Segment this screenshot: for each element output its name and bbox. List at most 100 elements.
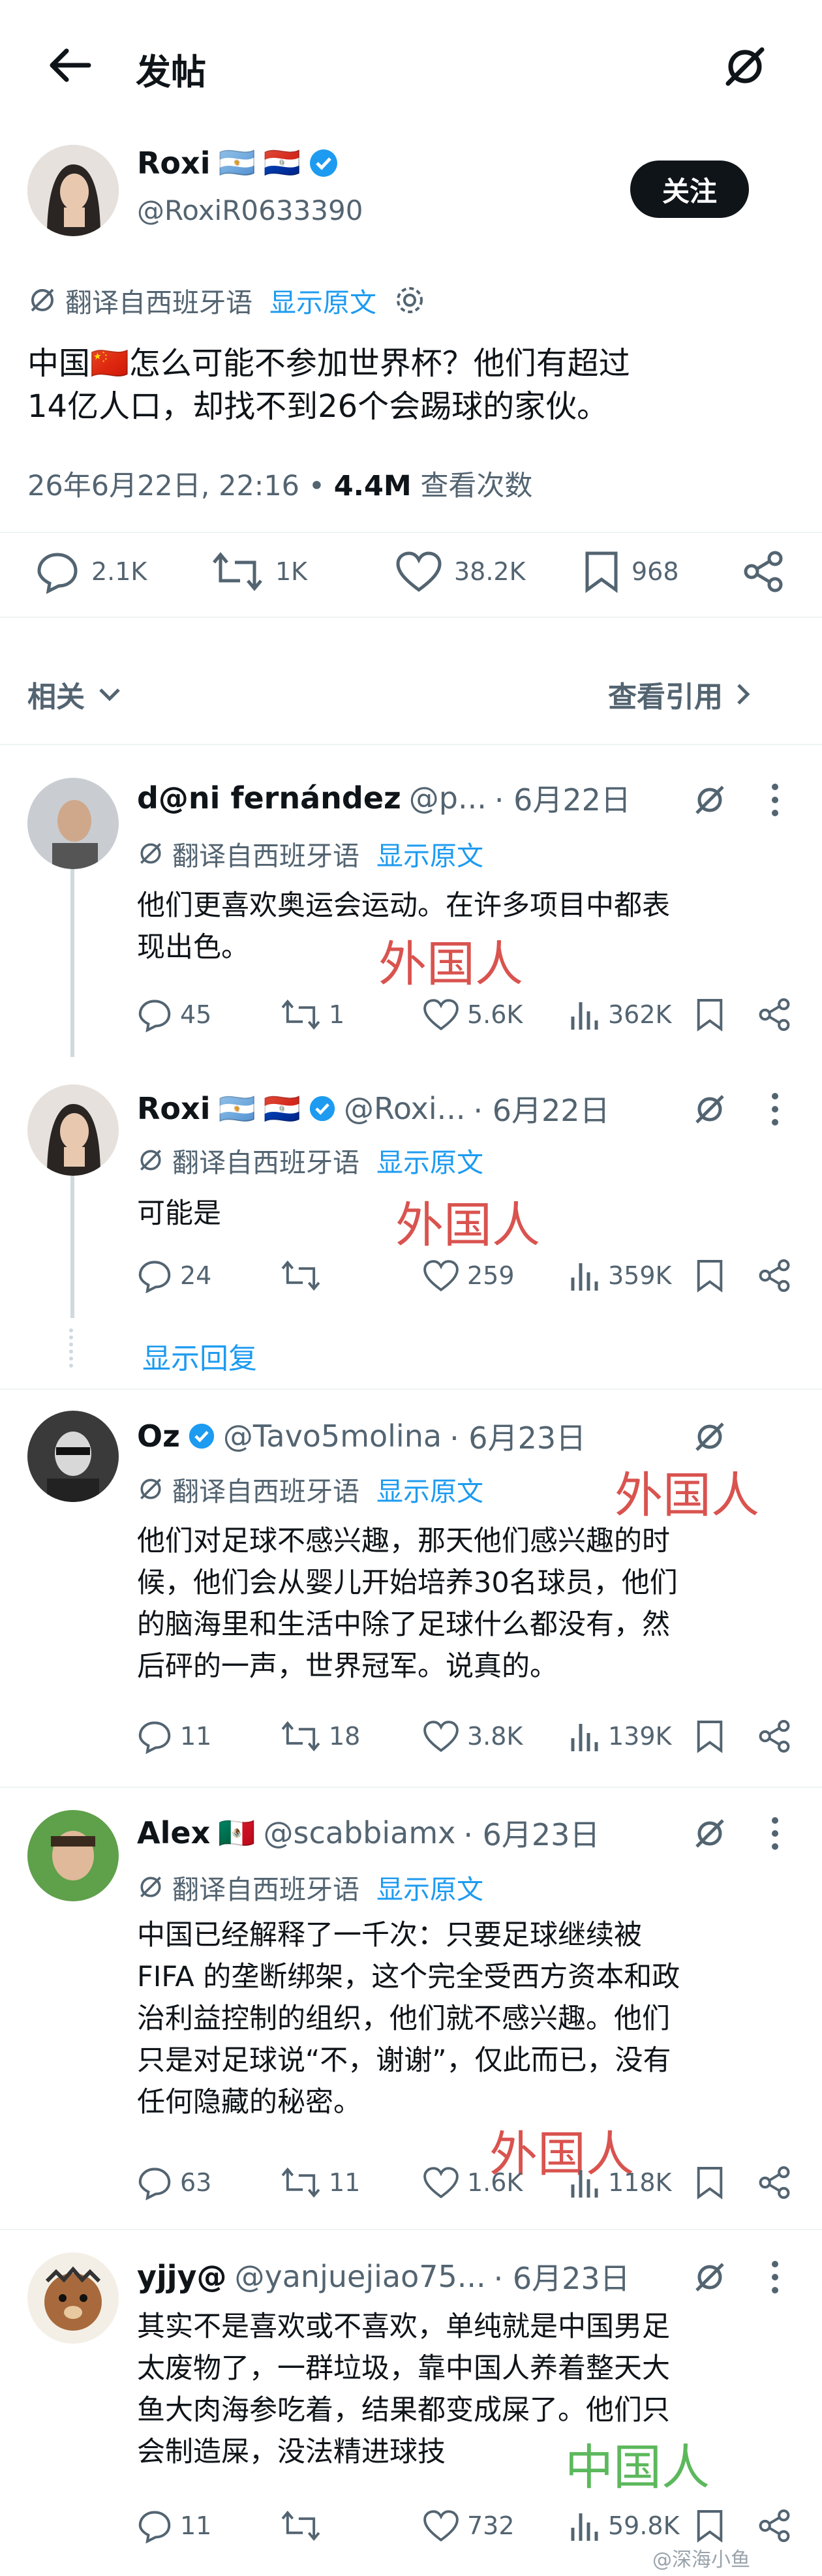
watermark: @深海小鱼 — [652, 2549, 750, 2571]
share-icon[interactable] — [741, 549, 785, 594]
like-action[interactable]: 1.6K — [423, 2165, 523, 2200]
reply-action[interactable]: 11 — [137, 2508, 211, 2543]
reply-author-name[interactable]: Roxi — [137, 1091, 210, 1126]
repost-count: 11 — [329, 2168, 361, 2197]
avatar[interactable] — [27, 1810, 119, 1901]
reply-date[interactable]: · 6月22日 — [495, 776, 631, 820]
bookmark-icon[interactable] — [695, 2165, 724, 2200]
bookmark-icon[interactable] — [695, 1719, 724, 1754]
view-quotes-label: 查看引用 — [608, 681, 723, 714]
gear-icon[interactable] — [393, 284, 426, 316]
views-icon — [568, 997, 600, 1032]
avatar[interactable] — [27, 1084, 119, 1176]
back-arrow-icon[interactable] — [46, 46, 93, 85]
reply-handle[interactable]: @scabbiamx — [264, 1815, 456, 1850]
repost-action[interactable] — [281, 2508, 329, 2543]
thread-dots — [69, 1328, 76, 1368]
like-action[interactable]: 38.2K — [395, 549, 526, 594]
more-options-icon[interactable] — [769, 1091, 782, 1127]
views-action[interactable]: 139K — [568, 1719, 671, 1754]
reply-action[interactable]: 11 — [137, 1719, 211, 1754]
show-original-link[interactable]: 显示原文 — [376, 1867, 483, 1907]
grok-icon[interactable] — [692, 2259, 728, 2295]
reply-handle[interactable]: @Tavo5molina — [223, 1418, 442, 1454]
avatar[interactable] — [27, 1411, 119, 1502]
reply-author-name[interactable]: yjjy@ — [137, 2259, 227, 2294]
grok-icon[interactable] — [722, 43, 769, 90]
reply-count: 11 — [180, 1722, 212, 1751]
views-action[interactable]: 359K — [568, 1258, 671, 1293]
share-icon[interactable] — [757, 997, 792, 1032]
show-replies-link[interactable]: 显示回复 — [142, 1335, 257, 1377]
reply-date[interactable]: · 6月23日 — [494, 2255, 630, 2298]
reply-icon — [137, 1719, 172, 1754]
repost-action[interactable]: 18 — [281, 1719, 360, 1754]
avatar[interactable] — [27, 778, 119, 869]
reply-action[interactable]: 63 — [137, 2165, 211, 2200]
reply-handle[interactable]: @p... — [409, 780, 487, 816]
repost-action[interactable] — [281, 1258, 329, 1293]
reply-text-line: 任何隐藏的秘密。 — [137, 2086, 361, 2119]
repost-count: 1 — [329, 1000, 345, 1029]
grok-icon[interactable] — [692, 1815, 728, 1852]
reply-author-name[interactable]: d@ni fernández — [137, 780, 401, 816]
show-original-link[interactable]: 显示原文 — [376, 1141, 483, 1180]
views-count: 139K — [608, 1722, 672, 1751]
reply-handle[interactable]: @Roxi... — [344, 1091, 466, 1126]
reply-author-name[interactable]: Oz — [137, 1418, 180, 1454]
reply-action[interactable]: 2.1K — [35, 549, 147, 594]
like-count: 5.6K — [467, 1000, 523, 1029]
more-options-icon[interactable] — [769, 2259, 782, 2295]
bookmark-icon[interactable] — [695, 997, 724, 1032]
share-icon[interactable] — [757, 1258, 792, 1293]
reply-action[interactable]: 45 — [137, 997, 211, 1032]
repost-action[interactable]: 11 — [281, 2165, 360, 2200]
grok-icon[interactable] — [692, 1091, 728, 1127]
translate-icon — [137, 840, 164, 867]
follow-button[interactable]: 关注 — [630, 161, 749, 218]
views-action[interactable]: 59.8K — [568, 2508, 680, 2543]
annotation-label: 中国人 — [565, 2440, 710, 2496]
bookmark-icon[interactable] — [695, 1258, 724, 1293]
reply-icon — [137, 2165, 172, 2200]
reply-date[interactable]: · 6月23日 — [463, 1811, 600, 1854]
avatar[interactable] — [27, 145, 119, 236]
views-action[interactable]: 118K — [568, 2165, 671, 2200]
chevron-right-icon — [735, 681, 752, 707]
share-icon[interactable] — [757, 1719, 792, 1754]
more-options-icon[interactable] — [769, 782, 782, 818]
like-action[interactable]: 3.8K — [423, 1719, 523, 1754]
like-action[interactable]: 732 — [423, 2508, 515, 2543]
share-icon[interactable] — [757, 2508, 792, 2543]
repost-action[interactable]: 1 — [281, 997, 344, 1032]
show-original-link[interactable]: 显示原文 — [376, 834, 483, 873]
author-handle[interactable]: @RoxiR0633390 — [137, 194, 363, 226]
bookmark-icon[interactable] — [695, 2508, 724, 2543]
more-options-icon[interactable] — [769, 1815, 782, 1852]
share-icon[interactable] — [757, 2165, 792, 2200]
reply-handle[interactable]: @yanjuejiao75... — [235, 2259, 486, 2294]
post-timestamp[interactable]: 26年6月22日, 22:16 • — [27, 470, 334, 502]
reply-author-name[interactable]: Alex — [137, 1815, 210, 1850]
reply-action[interactable]: 24 — [137, 1258, 211, 1293]
show-original-link[interactable]: 显示原文 — [269, 281, 376, 320]
avatar[interactable] — [27, 2252, 119, 2344]
like-action[interactable]: 5.6K — [423, 997, 523, 1032]
views-action[interactable]: 362K — [568, 997, 671, 1032]
grok-icon[interactable] — [692, 1418, 728, 1455]
repost-action[interactable]: 1K — [211, 549, 307, 594]
reply-date[interactable]: · 6月22日 — [474, 1087, 610, 1130]
reply-count: 2.1K — [91, 557, 147, 586]
grok-icon[interactable] — [692, 782, 728, 818]
author-name[interactable]: Roxi — [137, 146, 210, 181]
reply-date[interactable]: · 6月23日 — [449, 1415, 586, 1458]
view-quotes-link[interactable]: 查看引用 — [608, 673, 752, 715]
show-original-link[interactable]: 显示原文 — [376, 1469, 483, 1509]
bookmark-action[interactable]: 968 — [583, 549, 679, 594]
heart-icon — [423, 997, 459, 1032]
sort-dropdown[interactable]: 相关 — [27, 673, 123, 715]
like-action[interactable]: 259 — [423, 1258, 515, 1293]
flag-argentina: 🇦🇷 — [218, 1090, 256, 1126]
views-icon — [568, 1719, 600, 1754]
views-icon — [568, 1258, 600, 1293]
